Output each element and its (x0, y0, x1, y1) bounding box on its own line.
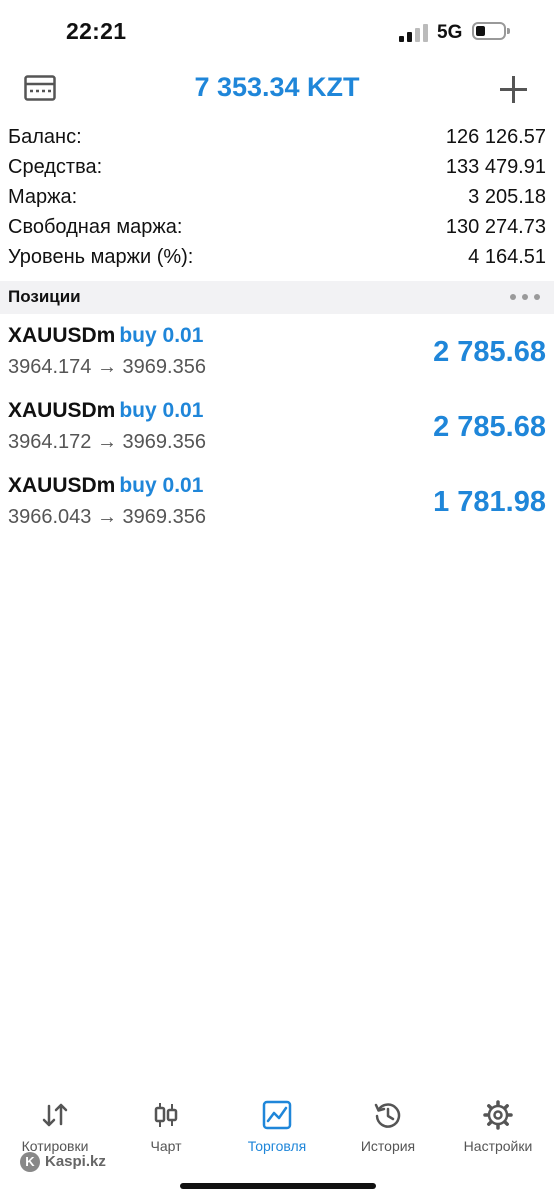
gear-icon (483, 1100, 513, 1130)
kaspi-watermark: K Kaspi.kz (20, 1152, 106, 1172)
summary-row-margin-level: Уровень маржи (%): 4 164.51 (8, 246, 546, 276)
position-row[interactable]: XAUUSDm buy 0.01 3964.174 → 3969.356 2 78… (0, 324, 554, 399)
position-symbol: XAUUSDm (8, 474, 116, 497)
tab-label: Чарт (150, 1138, 182, 1154)
position-profit: 2 785.68 (433, 411, 546, 443)
positions-header (0, 281, 554, 314)
kaspi-logo-icon: K (20, 1152, 40, 1172)
position-side: buy 0.01 (119, 324, 204, 347)
battery-icon (472, 22, 510, 40)
new-order-plus-icon[interactable] (500, 76, 527, 103)
status-time: 22:21 (66, 18, 127, 44)
candlestick-icon (154, 1103, 178, 1127)
position-prices: 3964.172 → 3969.356 (8, 431, 206, 453)
summary-value: 133 479.91 (445, 156, 546, 178)
network-label: 5G (437, 22, 463, 43)
summary-row-margin: Маржа: 3 205.18 (8, 186, 546, 216)
tab-trade[interactable]: Торговля (222, 1100, 332, 1160)
tab-label: История (360, 1138, 416, 1154)
signal-icon (399, 24, 429, 42)
summary-row-balance: Баланс: 126 126.57 (8, 126, 546, 156)
tab-quotes[interactable]: Котировки (0, 1100, 110, 1160)
position-side: buy 0.01 (119, 399, 204, 422)
summary-label: Маржа: (8, 186, 78, 208)
tab-label: Торговля (247, 1138, 307, 1154)
arrows-updown-icon (42, 1103, 68, 1127)
summary-value: 3 205.18 (468, 186, 546, 208)
position-symbol: XAUUSDm (8, 399, 116, 422)
summary-value: 130 274.73 (445, 216, 546, 238)
position-row[interactable]: XAUUSDm buy 0.01 3964.172 → 3969.356 2 78… (0, 399, 554, 474)
summary-label: Баланс: (8, 126, 82, 148)
tab-history[interactable]: История (333, 1100, 443, 1160)
tab-label: Настройки (463, 1138, 533, 1154)
home-indicator[interactable] (180, 1183, 376, 1189)
summary-row-free-margin: Свободная маржа: 130 274.73 (8, 216, 546, 246)
trade-chart-icon (262, 1100, 292, 1130)
summary-label: Средства: (8, 156, 103, 178)
tab-settings[interactable]: Настройки (443, 1100, 553, 1160)
summary-value: 4 164.51 (468, 246, 546, 268)
position-prices: 3966.043 → 3969.356 (8, 506, 206, 528)
position-side: buy 0.01 (119, 474, 204, 497)
tab-chart[interactable]: Чарт (111, 1100, 221, 1160)
history-icon (374, 1103, 401, 1128)
more-options-icon[interactable] (510, 294, 540, 300)
summary-label: Уровень маржи (%): (8, 246, 194, 268)
position-profit: 1 781.98 (433, 486, 546, 518)
summary-row-equity: Средства: 133 479.91 (8, 156, 546, 186)
positions-title: Позиции (8, 287, 81, 306)
account-profit-title: 7 353.34 KZT (194, 72, 360, 102)
position-row[interactable]: XAUUSDm buy 0.01 3966.043 → 3969.356 1 78… (0, 474, 554, 549)
summary-value: 126 126.57 (445, 126, 546, 148)
position-symbol: XAUUSDm (8, 324, 116, 347)
watermark-text: Kaspi.kz (45, 1152, 106, 1170)
position-profit: 2 785.68 (433, 336, 546, 368)
position-prices: 3964.174 → 3969.356 (8, 356, 206, 378)
summary-label: Свободная маржа: (8, 216, 183, 238)
